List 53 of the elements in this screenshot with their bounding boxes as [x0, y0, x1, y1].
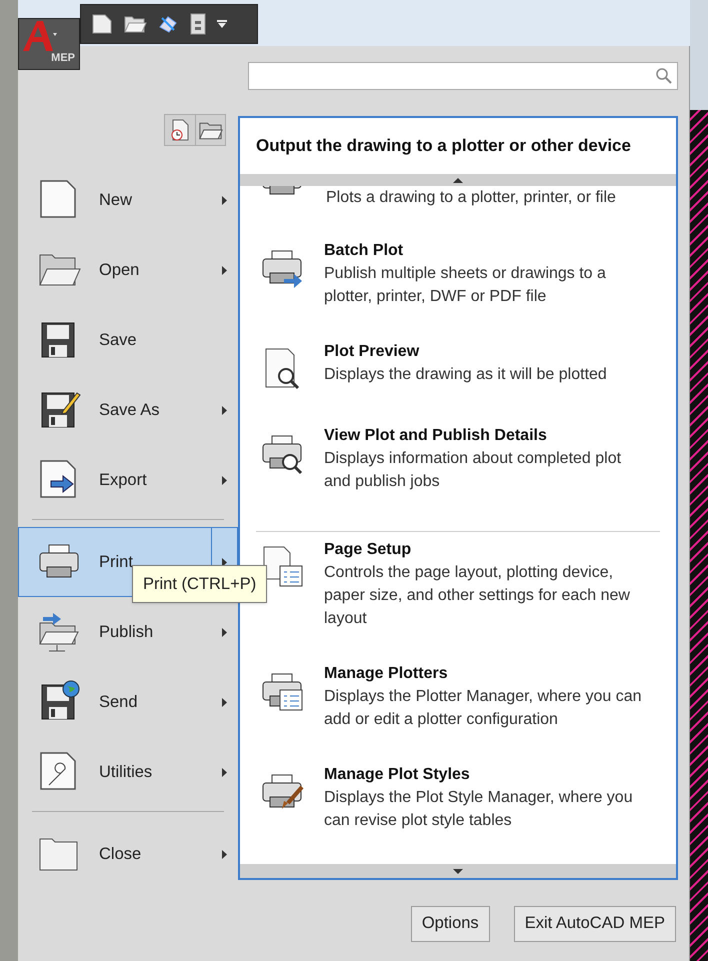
submenu-item-description: Displays the Plotter Manager, where you can add or edit a plotter configuration — [324, 687, 642, 730]
submenu-item-description: Displays the drawing as it will be plotted — [324, 365, 608, 385]
menu-label: Send — [99, 692, 139, 713]
menu-item[interactable]: Save As — [18, 375, 238, 445]
menu-label: Publish — [99, 622, 154, 643]
submenu-item-description: Displays the Plot Style Manager, where you can revise plot style tables — [324, 788, 634, 831]
menu-label: Export — [99, 470, 148, 491]
menu-item[interactable]: New — [18, 165, 238, 235]
submenu-item-description: Publish multiple sheets or drawings to a plotter, printer, DWF or PDF file — [324, 264, 607, 307]
submenu-item-description: Displays information about completed plot and publish jobs — [324, 449, 622, 492]
menu-label: Close — [99, 844, 142, 865]
dropdown-arrow-icon[interactable] — [217, 19, 227, 29]
search-field[interactable] — [248, 62, 678, 90]
menu-button[interactable]: Options — [410, 906, 490, 942]
tooltip: Print (CTRL+P) — [132, 565, 268, 603]
submenu-arrow-icon — [222, 768, 226, 776]
open-documents-icon[interactable] — [195, 115, 225, 145]
menu-label: Print — [99, 552, 134, 573]
submenu-item-title: Manage Plot Styles — [324, 765, 471, 785]
app-menu-button[interactable]: MEP — [18, 18, 80, 70]
submenu-item-title: Plot Preview — [324, 342, 420, 362]
submenu-arrow-icon — [222, 850, 226, 858]
submenu-item-title: Page Setup — [324, 540, 412, 560]
submenu-arrow-icon — [222, 406, 226, 414]
search-icon — [655, 67, 673, 85]
menu-label: New — [99, 190, 134, 211]
submenu-item-description: Controls the page layout, plotting device, paper size, and other settings for each new layout — [324, 563, 631, 629]
new-file-icon[interactable] — [91, 13, 113, 35]
down-arrow-icon — [453, 868, 463, 874]
menu-item[interactable]: Close — [18, 819, 238, 889]
submenu-item-title: View Plot and Publish Details — [324, 426, 548, 446]
menu-label: Save — [99, 330, 138, 351]
submenu-arrow-icon — [222, 196, 226, 204]
submenu-arrow-icon — [222, 476, 226, 484]
menu-item[interactable]: Export — [18, 445, 238, 515]
menu-item[interactable]: Open — [18, 235, 238, 305]
submenu-item-title: Manage Plotters — [324, 664, 449, 684]
menu-label: Open — [99, 260, 140, 281]
submenu-title: Output the drawing to a plotter or other device — [255, 135, 632, 158]
menu-item[interactable]: Save — [18, 305, 238, 375]
menu-item[interactable]: Send — [18, 667, 238, 737]
submenu-item-title: Batch Plot — [324, 241, 404, 261]
submenu-item-description: Plots a drawing to a plotter, printer, or file — [326, 188, 617, 208]
up-arrow-icon — [453, 178, 463, 182]
app-label: MEP — [51, 53, 76, 64]
menu-label: Save As — [99, 400, 161, 421]
submenu-arrow-icon — [222, 266, 226, 274]
submenu-arrow-icon — [222, 698, 226, 706]
submenu-arrow-icon — [222, 628, 226, 636]
menu-label: Utilities — [99, 762, 154, 783]
menu-button[interactable]: Exit AutoCAD MEP — [514, 906, 676, 942]
menu-item[interactable]: Utilities — [18, 737, 238, 807]
document-icon[interactable] — [189, 12, 207, 36]
